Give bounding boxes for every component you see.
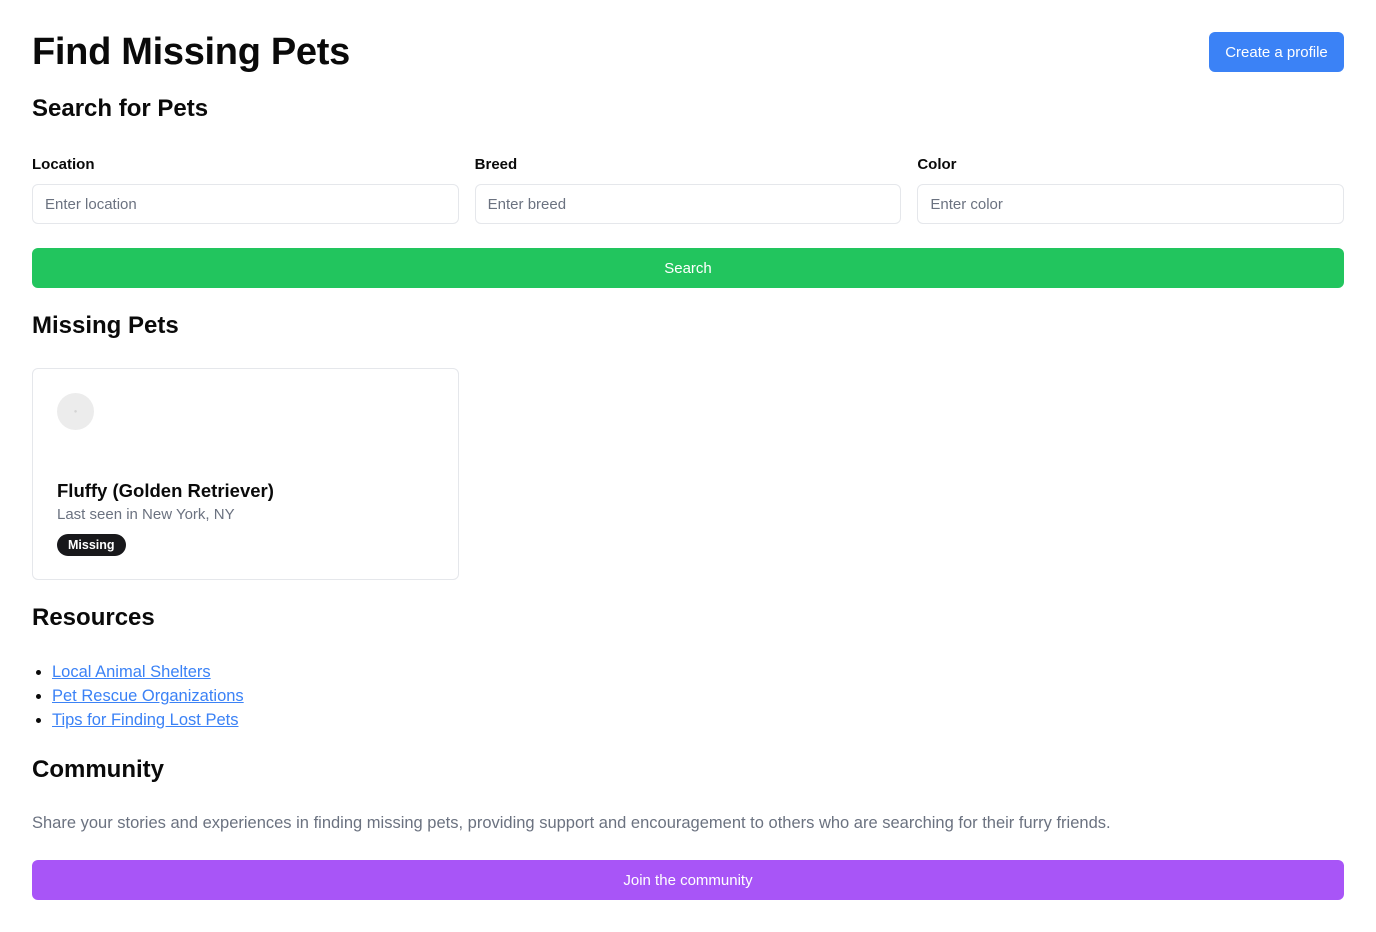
list-item: Pet Rescue Organizations bbox=[52, 684, 244, 708]
search-button[interactable]: Search bbox=[32, 248, 1344, 288]
placeholder-image-icon: ● bbox=[73, 408, 78, 415]
resource-link-tips[interactable]: Tips for Finding Lost Pets bbox=[52, 711, 238, 729]
resource-link-shelters[interactable]: Local Animal Shelters bbox=[52, 663, 211, 681]
join-community-button[interactable]: Join the community bbox=[32, 860, 1344, 900]
location-input[interactable] bbox=[32, 184, 459, 224]
pet-last-seen: Last seen in New York, NY bbox=[57, 506, 235, 523]
community-description: Share your stories and experiences in fi… bbox=[32, 814, 1111, 832]
community-title: Community bbox=[32, 756, 164, 783]
create-profile-button[interactable]: Create a profile bbox=[1209, 32, 1344, 72]
header: Find Missing Pets Create a profile bbox=[32, 28, 1344, 76]
search-section-title: Search for Pets bbox=[32, 95, 209, 122]
color-filter: Color bbox=[917, 156, 1345, 224]
location-filter: Location bbox=[32, 156, 459, 224]
resources-list: Local Animal Shelters Pet Rescue Organiz… bbox=[52, 660, 244, 732]
status-badge: Missing bbox=[57, 534, 126, 556]
breed-filter: Breed bbox=[474, 156, 902, 224]
breed-input[interactable] bbox=[474, 184, 902, 224]
search-filters: Location Breed Color bbox=[32, 156, 1345, 224]
color-input[interactable] bbox=[917, 184, 1345, 224]
pet-name: Fluffy (Golden Retriever) bbox=[57, 480, 274, 501]
color-label: Color bbox=[917, 156, 957, 173]
breed-label: Breed bbox=[474, 156, 518, 173]
location-label: Location bbox=[32, 156, 95, 173]
list-item: Local Animal Shelters bbox=[52, 660, 244, 684]
missing-pets-title: Missing Pets bbox=[32, 312, 179, 339]
pet-card[interactable]: ● Fluffy (Golden Retriever) Last seen in… bbox=[32, 368, 459, 580]
page-title: Find Missing Pets bbox=[32, 30, 350, 73]
list-item: Tips for Finding Lost Pets bbox=[52, 708, 244, 732]
pet-avatar: ● bbox=[57, 393, 94, 430]
resources-title: Resources bbox=[32, 604, 155, 631]
resource-link-rescue[interactable]: Pet Rescue Organizations bbox=[52, 687, 244, 705]
page: Find Missing Pets Create a profile Searc… bbox=[0, 0, 1376, 932]
